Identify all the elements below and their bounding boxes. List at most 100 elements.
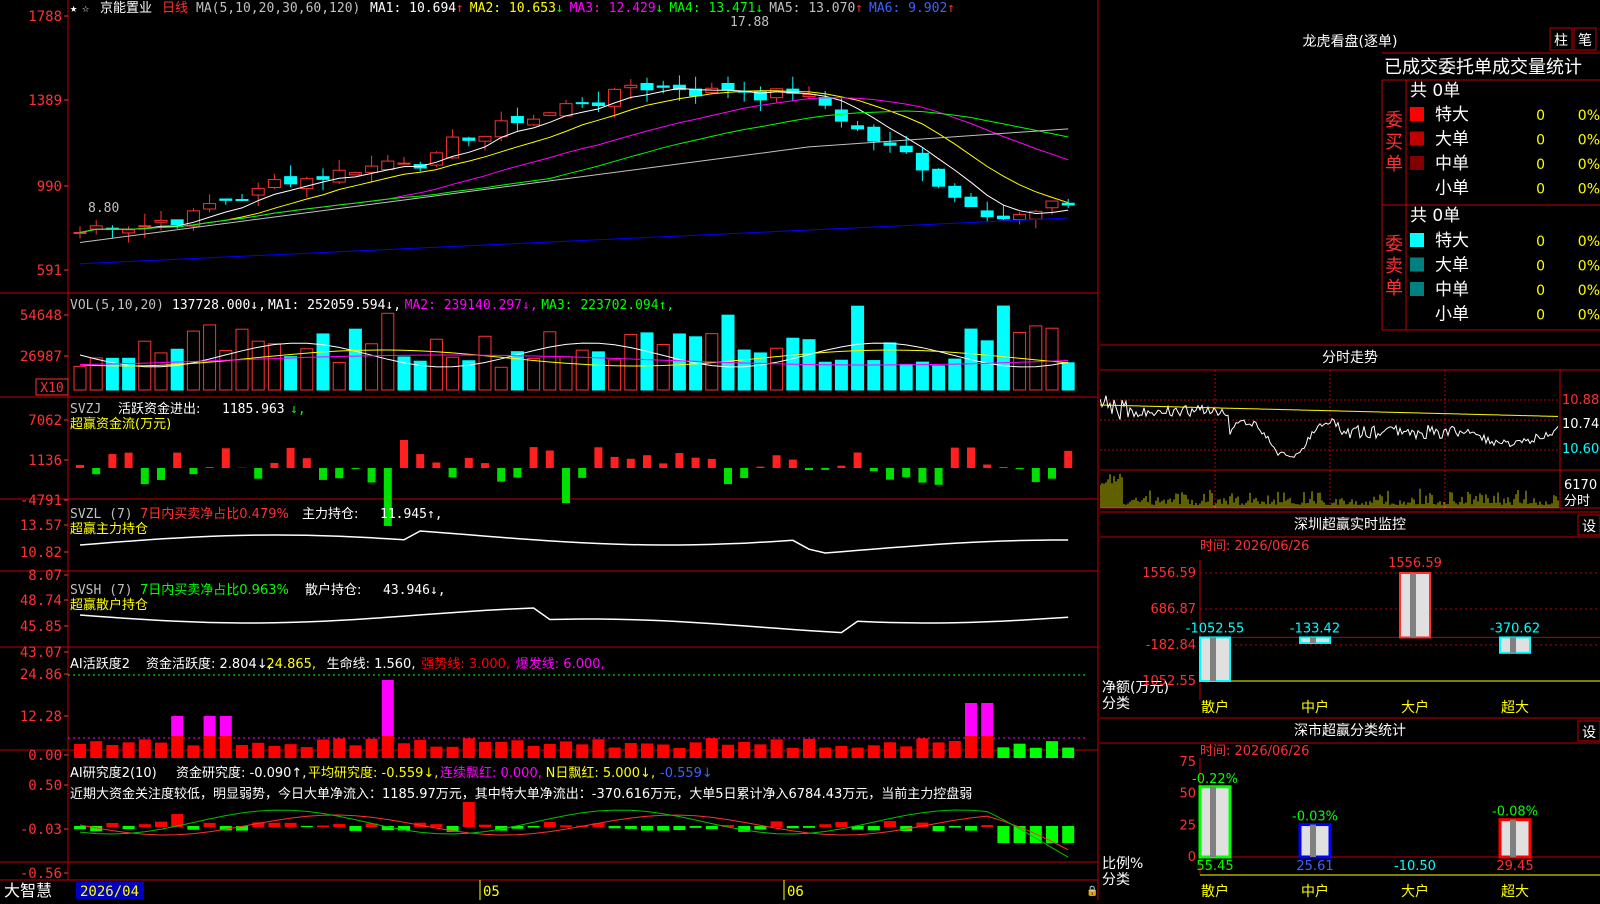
sell-row-pct-3: 0% (1578, 283, 1600, 299)
ai-research-item-3: 连续飘红: 0.000, (440, 765, 542, 781)
lock-icon: 🔒 (1086, 885, 1098, 897)
activity-bar (868, 745, 880, 758)
fund-flow-bar (870, 468, 878, 471)
activity-bar (123, 742, 135, 758)
activity-bar (1046, 741, 1058, 758)
research-bar (625, 826, 637, 829)
candle (576, 103, 588, 104)
svsh-title: SVSH (7) (70, 583, 133, 598)
activity-bar (155, 743, 167, 758)
vol-title: VOL(5,10,20) (70, 298, 164, 313)
research-bar (106, 823, 118, 827)
classify-bar-shade-4 (1510, 820, 1516, 857)
svzl-axis-tick: 8.07 (28, 568, 62, 584)
fund-flow-bar (173, 453, 181, 468)
fund-flow-bar (708, 459, 716, 468)
volume-bar (155, 353, 167, 390)
mode-button-label-2: 笔 (1578, 33, 1592, 49)
activity-bar-top (171, 716, 183, 736)
buy-side-label-0: 委 (1385, 110, 1403, 131)
buy-row-count-2: 0 (1536, 133, 1545, 149)
sell-side-label-1: 卖 (1385, 256, 1403, 277)
ai-research-axis-tick: -0.03 (20, 822, 62, 838)
price-axis-tick: 1389 (28, 93, 62, 109)
activity-bar (544, 744, 556, 758)
research-bar (349, 826, 361, 831)
activity-bar (657, 745, 669, 758)
fund-flow-bar (611, 457, 619, 468)
activity-bar (673, 748, 685, 758)
volume-bar (447, 357, 459, 390)
research-bar (333, 824, 345, 827)
activity-bar (1030, 748, 1042, 758)
ma-arrow-5: ↑ (855, 1, 863, 16)
buy-row-label-3: 中单 (1435, 154, 1469, 174)
candle (1062, 203, 1074, 205)
buy-row-label-1: 特大 (1435, 105, 1469, 125)
activity-bar (852, 748, 864, 758)
svsh-line2: 超赢散户持仓 (70, 597, 148, 613)
svsh-label: 散户持仓: (305, 582, 361, 598)
ai-research-axis-tick: 0.50 (28, 778, 62, 794)
volume-bar (430, 339, 442, 390)
monitor-axis-tick-2: 686.87 (1151, 602, 1197, 617)
monitor-class-label: 分类 (1102, 696, 1130, 712)
research-bar (933, 826, 945, 831)
volume-bar (576, 350, 588, 390)
candle (236, 199, 248, 200)
fund-flow-bar (530, 447, 538, 468)
research-bar (771, 821, 783, 827)
research-bar (706, 826, 718, 829)
activity-bar (722, 745, 734, 758)
activity-bar (965, 736, 977, 758)
activity-bar (738, 742, 750, 758)
classify-axis-tick-4: 0 (1188, 850, 1196, 865)
activity-bar (447, 747, 459, 758)
fund-flow-bar (627, 459, 635, 468)
activity-bar (771, 739, 783, 758)
classify-bar-shade-2 (1310, 825, 1316, 857)
intraday-axis-1: 10.88 (1562, 393, 1599, 408)
svzl-line (80, 531, 1068, 553)
svzl-desc: 7日内买卖净占比0.479% (140, 506, 289, 522)
high-marker: 17.88 (730, 15, 769, 30)
activity-bar (609, 748, 621, 758)
buy-swatch-1 (1410, 107, 1424, 121)
brand-label: 大智慧 (4, 881, 52, 900)
fund-flow-bar (805, 468, 813, 470)
research-bar (463, 802, 475, 827)
research-bar (1046, 826, 1058, 843)
activity-bar (430, 747, 442, 758)
activity-bar (268, 746, 280, 758)
buy-row-count-1: 0 (1536, 108, 1545, 124)
activity-bar (819, 748, 831, 758)
classify-category-3: 大户 (1401, 883, 1429, 900)
activity-bar (690, 742, 702, 758)
ma-arrow-4: ↓ (755, 1, 763, 16)
research-bar (949, 826, 961, 828)
activity-bar (576, 744, 588, 758)
svzj-title: SVZJ (70, 402, 101, 417)
volume-bar (317, 334, 329, 390)
kline-chart-svg[interactable]: 1788138999059117.888.80★☆京能置业日线MA(5,10,2… (0, 0, 1100, 900)
activity-bar (285, 744, 297, 758)
candle (252, 188, 264, 195)
star-outline-icon: ☆ (82, 1, 89, 15)
kline-area[interactable]: 1788138999059117.888.80★☆京能置业日线MA(5,10,2… (0, 0, 1100, 900)
svzl-title: SVZL (7) (70, 507, 133, 522)
svzl-axis-tick: 10.82 (20, 545, 62, 561)
candle (366, 166, 378, 172)
intraday-title: 分时走势 (1322, 350, 1378, 366)
activity-bar (366, 739, 378, 758)
buy-side-label-1: 买 (1385, 132, 1403, 153)
ma-value-3: MA3: 12.429 (570, 1, 656, 16)
candle (657, 86, 669, 87)
research-line (80, 815, 1068, 850)
activity-bar (333, 739, 345, 758)
monitor-axis-label: 净额(万元) (1102, 680, 1169, 696)
activity-bar-top (981, 703, 993, 736)
candle (447, 137, 459, 158)
volume-bar (528, 358, 540, 390)
candle (560, 104, 572, 116)
candle (641, 84, 653, 90)
